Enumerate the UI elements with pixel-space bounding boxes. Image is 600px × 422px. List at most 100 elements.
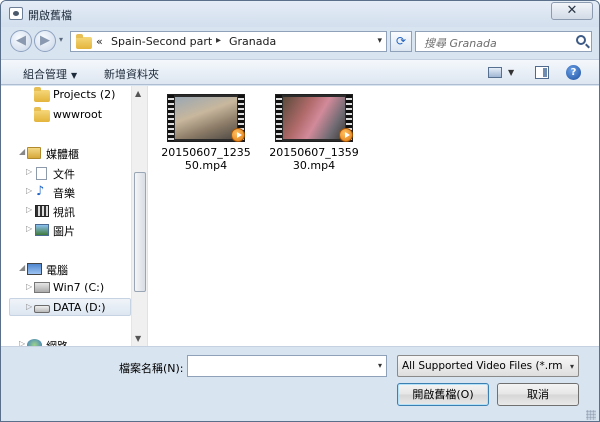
new-folder-button[interactable]: 新增資料夾 [104,66,159,82]
file-item[interactable]: 20150607_1235 50.mp4 [156,94,256,172]
scroll-up-button[interactable]: ▲ [135,89,141,98]
app-icon [9,7,23,20]
navigation-pane-scrollbar[interactable]: ▲ ▼ [131,86,147,346]
file-list: 20150607_1235 50.mp4 20150607_1359 30.mp… [148,86,599,346]
breadcrumb-separator[interactable]: ▸ [216,35,221,46]
tree-item-libraries[interactable]: ◢ 媒體櫃 [1,144,131,162]
collapse-arrow-icon[interactable]: ▷ [26,167,32,176]
tree-item-data-d[interactable]: ▷ DATA (D:) [9,298,131,316]
navigation-pane: Projects (2) wwwroot ◢ 媒體櫃 ▷ 文件 ▷ ♪ 音樂 ▷… [1,86,147,346]
chevron-down-icon: ▼ [71,71,78,80]
organize-label: 組合管理 [23,68,67,81]
tree-item-network[interactable]: ▷ 網路 [1,336,131,346]
dialog-footer: 檔案名稱(N): ▾ All Supported Video Files (*.… [1,346,599,421]
picture-icon [35,224,49,236]
collapse-arrow-icon[interactable]: ▷ [26,282,32,291]
resize-grip-icon[interactable] [586,410,596,420]
file-item[interactable]: 20150607_1359 30.mp4 [264,94,364,172]
search-box[interactable]: 搜尋 Granada [415,31,592,52]
scroll-down-button[interactable]: ▼ [135,334,141,343]
film-strip-left [276,95,282,141]
change-view-icon[interactable] [488,67,502,78]
collapse-arrow-icon[interactable]: ▷ [26,224,32,233]
address-overflow-chevron[interactable]: « [96,35,103,48]
tree-item-label: wwwroot [53,108,103,121]
video-frame-preview [283,97,345,139]
filename-input[interactable]: ▾ [187,355,387,377]
tree-item-computer[interactable]: ◢ 電腦 [1,260,131,278]
document-icon [36,167,47,180]
computer-icon [27,263,42,275]
tree-item-projects[interactable]: Projects (2) [1,86,131,104]
recent-locations-dropdown[interactable]: ▾ [59,35,63,44]
title-bar: 開啟舊檔 ✕ [1,1,599,27]
window-title: 開啟舊檔 [28,9,72,22]
folder-icon [34,107,50,122]
tree-item-win7-c[interactable]: ▷ Win7 (C:) [1,279,131,297]
navigation-bar: ◀ ▶ ▾ « Spain-Second part ▸ Granada ▾ ⟳ … [1,27,599,57]
view-options-dropdown[interactable]: ▼ [508,68,514,77]
file-type-select[interactable]: All Supported Video Files (*.rm;*. ▾ [397,355,579,377]
chevron-down-icon[interactable]: ▾ [570,362,574,371]
collapse-arrow-icon[interactable]: ▷ [26,302,32,311]
forward-button[interactable]: ▶ [34,30,56,52]
command-bar: 組合管理 ▼ 新增資料夾 ▼ ? [1,59,599,85]
scrollbar-thumb[interactable] [134,172,146,292]
video-thumbnail [275,94,353,142]
filename-dropdown-button[interactable]: ▾ [378,361,382,370]
tree-item-videos[interactable]: ▷ 視訊 [1,202,131,220]
tree-item-label: Projects (2) [53,88,116,101]
tree-item-label: 圖片 [53,225,75,238]
film-strip-left [168,95,174,141]
play-icon [231,128,245,142]
help-icon[interactable]: ? [566,65,581,80]
music-icon: ♪ [36,184,45,199]
tree-item-pictures[interactable]: ▷ 圖片 [1,221,131,239]
file-name-line: 20150607_1235 [161,146,251,159]
folder-icon [76,34,92,49]
folder-icon [34,87,50,102]
tree-item-label: 音樂 [53,187,75,200]
library-icon [27,147,41,159]
filename-label: 檔案名稱(N): [119,362,184,375]
tree-item-label: 文件 [53,168,75,181]
expand-arrow-icon[interactable]: ◢ [19,263,25,272]
file-name: 20150607_1235 50.mp4 [156,146,256,172]
network-icon [27,339,42,346]
collapse-arrow-icon[interactable]: ▷ [26,186,32,195]
tree-item-label: 視訊 [53,206,75,219]
breadcrumb-granada[interactable]: Granada [229,35,276,48]
file-type-value: All Supported Video Files (*.rm;*. [402,360,562,372]
collapse-arrow-icon[interactable]: ▷ [19,339,25,346]
preview-pane-icon[interactable] [535,66,549,79]
file-name-line: 20150607_1359 [269,146,359,159]
collapse-arrow-icon[interactable]: ▷ [26,205,32,214]
file-name: 20150607_1359 30.mp4 [264,146,364,172]
video-thumbnail [167,94,245,142]
refresh-button[interactable]: ⟳ [390,31,412,52]
breadcrumb-spain-second-part[interactable]: Spain-Second part [111,35,212,48]
drive-icon [34,305,50,313]
open-file-dialog: 開啟舊檔 ✕ ◀ ▶ ▾ « Spain-Second part ▸ Grana… [0,0,600,422]
video-frame-preview [175,97,237,139]
video-icon [35,205,49,217]
tree-item-music[interactable]: ▷ ♪ 音樂 [1,183,131,201]
address-bar[interactable]: « Spain-Second part ▸ Granada ▾ [70,31,387,52]
tree-item-documents[interactable]: ▷ 文件 [1,164,131,182]
back-button[interactable]: ◀ [10,30,32,52]
tree-item-label: 媒體櫃 [46,148,79,161]
tree-item-wwwroot[interactable]: wwwroot [1,106,131,124]
tree-item-label: 網路 [46,338,68,346]
expand-arrow-icon[interactable]: ◢ [19,147,25,156]
cancel-button[interactable]: 取消 [497,383,579,406]
file-name-line: 50.mp4 [184,159,228,172]
open-button[interactable]: 開啟舊檔(O) [397,383,489,406]
file-name-line: 30.mp4 [292,159,336,172]
tree-item-label: 電腦 [46,264,68,277]
play-icon [339,128,353,142]
close-button[interactable]: ✕ [551,2,593,20]
search-icon[interactable] [576,35,586,45]
address-dropdown-button[interactable]: ▾ [377,36,382,46]
organize-button[interactable]: 組合管理 ▼ [23,66,77,82]
search-input[interactable]: 搜尋 Granada [424,35,497,51]
